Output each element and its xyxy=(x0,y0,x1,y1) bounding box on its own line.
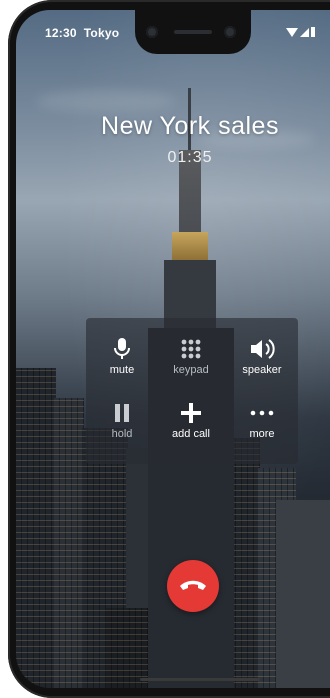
end-call-button[interactable] xyxy=(167,560,219,612)
speaker-label: speaker xyxy=(242,364,282,376)
add-call-button[interactable]: add call xyxy=(158,398,224,458)
speaker-icon xyxy=(229,334,295,364)
more-button[interactable]: more xyxy=(229,398,295,458)
mute-label: mute xyxy=(109,364,135,376)
clock-time: 12:30 xyxy=(45,26,77,40)
speaker-button[interactable]: speaker xyxy=(229,334,295,394)
wifi-icon xyxy=(286,27,298,37)
pause-icon xyxy=(89,398,155,428)
call-duration: 01:35 xyxy=(167,149,213,166)
microphone-icon xyxy=(89,334,155,364)
keypad-button[interactable]: keypad xyxy=(158,334,224,394)
in-call-controls: mute keypad speaker hold add call more xyxy=(86,318,298,464)
mute-button[interactable]: mute xyxy=(89,334,155,394)
status-icons xyxy=(286,26,315,38)
keypad-label: keypad xyxy=(173,364,209,376)
hold-button[interactable]: hold xyxy=(89,398,155,458)
more-label: more xyxy=(249,428,275,440)
ellipsis-icon xyxy=(229,398,295,428)
keypad-grid-icon xyxy=(158,334,224,364)
home-indicator[interactable] xyxy=(140,678,260,681)
battery-icon xyxy=(311,27,315,38)
front-camera-icon xyxy=(224,26,236,38)
hang-up-icon xyxy=(178,577,208,596)
clock-location: Tokyo xyxy=(83,26,120,40)
hold-label: hold xyxy=(111,428,133,440)
signal-icon xyxy=(300,27,309,37)
plus-icon xyxy=(158,398,224,428)
earpiece-speaker xyxy=(174,30,212,34)
caller-name: New York sales xyxy=(101,112,279,140)
front-camera-icon xyxy=(146,26,158,38)
status-time: 12:30 Tokyo xyxy=(45,26,119,40)
add-call-label: add call xyxy=(172,428,210,440)
